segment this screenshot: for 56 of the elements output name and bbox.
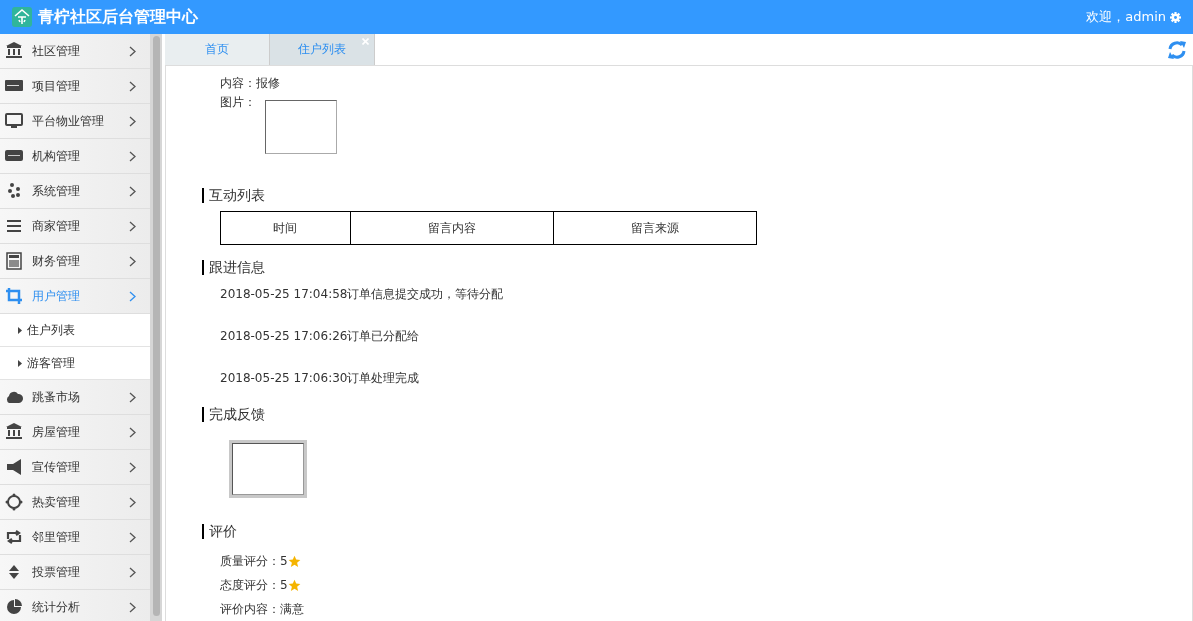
star-icon — [287, 578, 301, 592]
caret-icon — [18, 359, 22, 367]
chevron-icon — [129, 255, 136, 267]
column-header: 时间 — [220, 211, 351, 245]
monitor-icon — [4, 112, 24, 130]
calculator-icon — [4, 252, 24, 270]
menu-icon — [4, 217, 24, 235]
chevron-icon — [129, 45, 136, 57]
gear-icon — [4, 493, 24, 511]
speaker-icon — [4, 458, 24, 476]
sidebar-item[interactable]: 项目管理 — [0, 69, 150, 104]
star-icon — [287, 554, 301, 568]
chevron-icon — [129, 426, 136, 438]
repeat-icon — [4, 528, 24, 546]
section-heading: 评价 — [202, 524, 1192, 539]
submenu-item[interactable]: 游客管理 — [0, 347, 150, 380]
column-header: 留言内容 — [350, 211, 554, 245]
submenu-item[interactable]: 住户列表 — [0, 314, 150, 347]
chevron-icon — [129, 566, 136, 578]
chevron-icon — [129, 115, 136, 127]
chevron-icon — [129, 290, 136, 302]
chevron-icon — [129, 601, 136, 613]
chevron-icon — [129, 150, 136, 162]
section-heading: 跟进信息 — [202, 260, 1192, 275]
sidebar-item[interactable]: 财务管理 — [0, 244, 150, 279]
sidebar-item[interactable]: 机构管理 — [0, 139, 150, 174]
chevron-icon — [129, 531, 136, 543]
image-label: 图片： — [220, 94, 256, 111]
settings-icon[interactable] — [1170, 11, 1181, 23]
pie-chart-icon — [4, 598, 24, 616]
chevron-icon — [129, 496, 136, 508]
app-title: 青柠社区后台管理中心 — [38, 6, 198, 28]
caret-icon — [18, 326, 22, 334]
chevron-icon — [129, 185, 136, 197]
log-entry: 2018-05-25 17:04:58订单信息提交成功，等待分配 — [220, 287, 504, 301]
section-heading: 互动列表 — [202, 188, 1192, 203]
rating-text: 评价内容：满意 — [220, 600, 304, 618]
chevron-icon — [129, 461, 136, 473]
chevron-icon — [129, 220, 136, 232]
chevron-icon — [129, 391, 136, 403]
column-header: 留言来源 — [553, 211, 757, 245]
welcome-text: 欢迎，admin — [1086, 8, 1166, 26]
scrollbar[interactable] — [150, 34, 162, 621]
chevron-icon — [129, 80, 136, 92]
content-text: 内容：报修 — [220, 75, 281, 92]
bank-icon — [4, 423, 24, 441]
bank-icon — [4, 42, 24, 60]
rating-text: 质量评分：5 — [220, 552, 288, 570]
section-heading: 完成反馈 — [202, 407, 1192, 422]
crop-icon — [4, 287, 24, 305]
image-placeholder — [265, 100, 337, 154]
log-entry: 2018-05-25 17:06:26订单已分配给 — [220, 329, 420, 343]
log-entry: 2018-05-25 17:06:30订单处理完成 — [220, 371, 420, 385]
refresh-icon[interactable] — [1167, 40, 1187, 60]
logo-icon — [12, 7, 32, 27]
rating-text: 态度评分：5 — [220, 576, 288, 594]
